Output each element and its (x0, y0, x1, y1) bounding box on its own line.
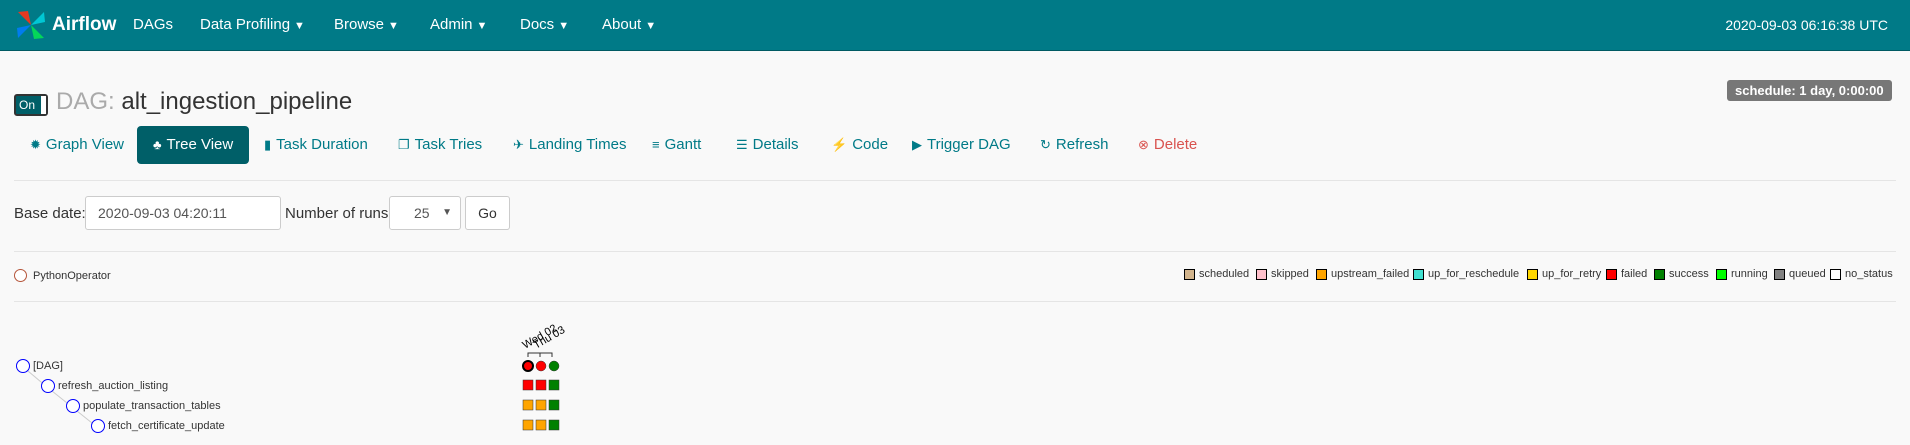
run-bracket (527, 352, 553, 357)
tree-node-task[interactable]: populate_transaction_tables (66, 399, 221, 413)
task-instance-status[interactable] (535, 399, 547, 411)
task-instance-status[interactable] (548, 399, 560, 411)
node-label: refresh_auction_listing (58, 380, 169, 392)
task-instance-status[interactable] (548, 419, 560, 431)
tree-node-task[interactable]: refresh_auction_listing (41, 379, 168, 393)
task-instance-status[interactable] (522, 419, 534, 431)
tree-node-task[interactable]: fetch_certificate_update (91, 419, 225, 433)
task-instance-status[interactable] (535, 419, 547, 431)
node-circle-icon (66, 399, 80, 413)
task-instance-status[interactable] (522, 399, 534, 411)
node-circle-icon (16, 359, 30, 373)
node-label: [DAG] (33, 360, 63, 372)
task-instance-status[interactable] (548, 379, 560, 391)
node-label: populate_transaction_tables (83, 400, 221, 412)
dag-run-status[interactable] (548, 360, 560, 372)
dag-run-status[interactable] (522, 360, 534, 372)
node-circle-icon (91, 419, 105, 433)
node-circle-icon (41, 379, 55, 393)
node-label: fetch_certificate_update (108, 420, 225, 432)
dag-run-status[interactable] (535, 360, 547, 372)
task-instance-status[interactable] (522, 379, 534, 391)
status-grid (522, 360, 560, 431)
task-instance-status[interactable] (535, 379, 547, 391)
tree-view-canvas: Wed 02 Thu 03 (21, 322, 567, 431)
tree-link (21, 365, 98, 428)
tree-node-dag[interactable]: [DAG] (16, 359, 63, 373)
